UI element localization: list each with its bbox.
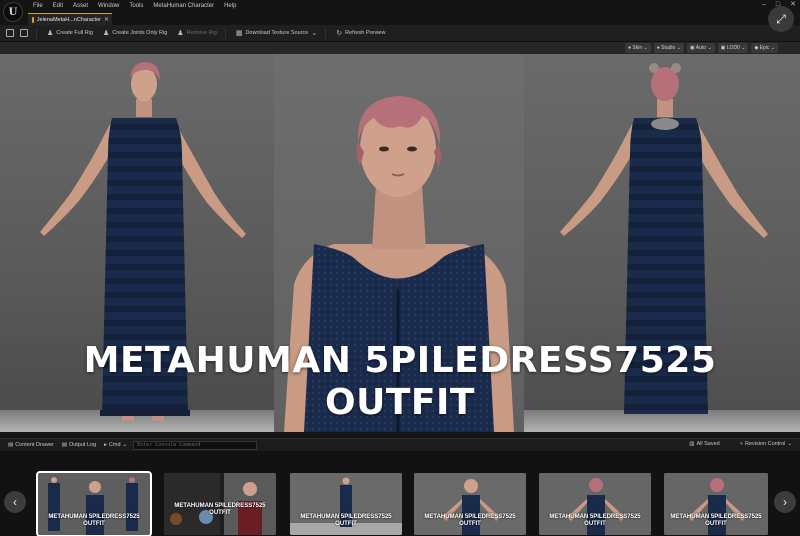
viewport-options: ● Skin ⌄ ● Studio ⌄ ▣ Auto ⌄ ▣ LOD0 ⌄ ◆ …	[624, 43, 778, 53]
thumb-caption: METAHUMAN 5PILEDRESS7525 OUTFIT	[174, 503, 266, 516]
refresh-preview-label: Refresh Preview	[345, 30, 386, 36]
minimize-icon[interactable]: –	[762, 0, 766, 10]
gallery-next-button[interactable]: ›	[774, 491, 796, 513]
outfit-title-overlay: METAHUMAN 5PILEDRESS7525 OUTFIT	[0, 340, 800, 424]
refresh-icon: ↻	[336, 30, 343, 37]
save-icon[interactable]	[6, 29, 14, 37]
menu-window[interactable]: Window	[93, 1, 124, 11]
skin-preview-dropdown[interactable]: ● Skin ⌄	[624, 43, 651, 53]
refresh-preview-button[interactable]: ↻ Refresh Preview	[336, 29, 385, 37]
gallery-thumbnail-6[interactable]: METAHUMAN 5PILEDRESS7525 OUTFIT	[664, 473, 768, 535]
create-joints-rig-label: Create Joints Only Rig	[112, 30, 168, 36]
viewport-toolbar: ● Skin ⌄ ● Studio ⌄ ▣ Auto ⌄ ▣ LOD0 ⌄ ◆ …	[0, 42, 800, 54]
console-command-input[interactable]: Enter Console Command	[133, 440, 258, 450]
gallery-thumbnail-3[interactable]: METAHUMAN 5PILEDRESS7525 OUTFIT	[290, 473, 402, 535]
skin-label: Skin	[632, 45, 643, 51]
character-asset-icon	[32, 16, 34, 23]
chevron-down-icon: ⌄	[787, 441, 792, 447]
gallery-thumbnail-1[interactable]: METAHUMAN 5PILEDRESS7525 OUTFIT	[36, 471, 152, 536]
revision-control-button[interactable]: ⑂ Revision Control ⌄	[740, 441, 792, 447]
content-drawer-button[interactable]: ▤ Content Drawer	[8, 442, 54, 448]
create-joints-rig-button[interactable]: ♟ Create Joints Only Rig	[103, 29, 167, 37]
menu-help[interactable]: Help	[219, 1, 241, 11]
menu-file[interactable]: File	[28, 1, 48, 11]
cmd-icon: ▸	[104, 442, 107, 448]
chevron-down-icon: ⌄	[122, 442, 128, 448]
browse-icon[interactable]	[20, 29, 28, 37]
output-log-icon: ▤	[61, 442, 67, 448]
output-log-label: Output Log	[68, 442, 97, 448]
quality-dropdown[interactable]: ◆ Epic ⌄	[751, 43, 778, 53]
chevron-down-icon: ⌄	[311, 30, 318, 37]
toolbar-separator	[224, 27, 226, 39]
overlay-title-line1: METAHUMAN 5PILEDRESS7525	[83, 340, 717, 381]
save-status-icon: ▥	[689, 441, 695, 447]
remove-rig-button[interactable]: ♟ Remove Rig	[177, 29, 217, 37]
overlay-title-line2: OUTFIT	[325, 382, 475, 423]
lighting-dropdown[interactable]: ● Studio ⌄	[653, 43, 684, 53]
lod-level-dropdown[interactable]: ▣ LOD0 ⌄	[717, 43, 749, 53]
gallery-thumbnail-5[interactable]: METAHUMAN 5PILEDRESS7525 OUTFIT	[539, 473, 651, 535]
menu-asset[interactable]: Asset	[68, 1, 93, 11]
cmd-label: Cmd	[108, 442, 121, 448]
thumb-caption: METAHUMAN 5PILEDRESS7525 OUTFIT	[48, 514, 140, 527]
document-tab-bar: JelenaMetaH...nCharacter ✕	[0, 12, 800, 25]
thumb-caption: METAHUMAN 5PILEDRESS7525 OUTFIT	[670, 514, 762, 527]
download-texture-label: Download Texture Source	[245, 30, 309, 36]
output-log-button[interactable]: ▤ Output Log	[62, 442, 96, 448]
menu-tools[interactable]: Tools	[124, 1, 148, 11]
studio-label: Studio	[661, 45, 676, 51]
thumb-caption: METAHUMAN 5PILEDRESS7525 OUTFIT	[424, 514, 516, 527]
thumb-caption: METAHUMAN 5PILEDRESS7525 OUTFIT	[549, 514, 641, 527]
character-viewport[interactable]: ● Skin ⌄ ● Studio ⌄ ▣ Auto ⌄ ▣ LOD0 ⌄ ◆ …	[0, 42, 800, 432]
toolbar-separator	[36, 27, 37, 39]
joints-rig-icon: ♟	[102, 30, 110, 37]
lod0-label: LOD0	[726, 45, 740, 51]
content-drawer-icon: ▤	[8, 442, 14, 448]
download-texture-source-button[interactable]: ▦ Download Texture Source ⌄	[236, 29, 317, 37]
cmd-dropdown[interactable]: ▸ Cmd ⌄	[104, 442, 127, 448]
tab-close-icon[interactable]: ✕	[104, 16, 109, 23]
unreal-logo-icon[interactable]: U	[3, 2, 23, 22]
all-saved-label: All Saved	[696, 441, 720, 447]
close-window-icon[interactable]: ✕	[790, 0, 796, 10]
gallery-prev-button[interactable]: ‹	[4, 491, 26, 513]
status-bar: ▤ Content Drawer ▤ Output Log ▸ Cmd ⌄ En…	[0, 438, 800, 451]
epic-label: Epic	[759, 45, 770, 51]
menu-metahuman-character[interactable]: MetaHuman Character	[148, 1, 219, 11]
tab-label: JelenaMetaH...nCharacter	[36, 16, 101, 23]
menu-bar: File Edit Asset Window Tools MetaHuman C…	[0, 0, 800, 12]
remove-rig-label: Remove Rig	[186, 30, 217, 36]
remove-rig-icon: ♟	[177, 30, 184, 37]
revision-control-label: Revision Control	[745, 441, 786, 447]
toolbar-separator	[325, 27, 327, 39]
create-full-rig-label: Create Full Rig	[56, 30, 93, 36]
expand-icon[interactable]: ⤢	[768, 6, 794, 32]
gallery-thumbnail-2[interactable]: METAHUMAN 5PILEDRESS7525 OUTFIT	[164, 473, 276, 535]
auto-label: Auto	[695, 45, 707, 51]
texture-icon: ▦	[235, 30, 243, 37]
thumb-caption: METAHUMAN 5PILEDRESS7525 OUTFIT	[300, 514, 392, 527]
tab-metahuman-character[interactable]: JelenaMetaH...nCharacter ✕	[28, 13, 112, 25]
create-full-rig-button[interactable]: ♟ Create Full Rig	[47, 29, 93, 37]
revision-control-icon: ⑂	[739, 441, 744, 447]
gallery-thumbnail-4[interactable]: METAHUMAN 5PILEDRESS7525 OUTFIT	[414, 473, 526, 535]
menu-items: File Edit Asset Window Tools MetaHuman C…	[28, 1, 241, 11]
thumbnail-gallery: ‹ METAHUMAN 5PILEDRESS7525 OUTFIT METAHU…	[0, 451, 800, 536]
editor-toolbar: ♟ Create Full Rig ♟ Create Joints Only R…	[0, 25, 800, 42]
all-saved-indicator[interactable]: ▥ All Saved	[689, 441, 719, 447]
content-drawer-label: Content Drawer	[15, 442, 54, 448]
app-window: U File Edit Asset Window Tools MetaHuman…	[0, 0, 800, 536]
lod-auto-dropdown[interactable]: ▣ Auto ⌄	[686, 43, 715, 53]
menu-edit[interactable]: Edit	[48, 1, 68, 11]
rig-icon: ♟	[47, 30, 54, 37]
status-right: ▥ All Saved ⑂ Revision Control ⌄	[681, 441, 792, 447]
